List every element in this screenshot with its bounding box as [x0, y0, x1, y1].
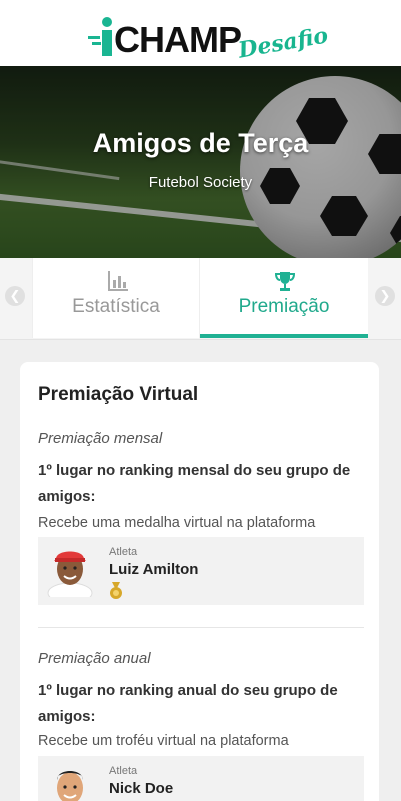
- hero-overlay: [0, 66, 401, 258]
- brand-tagline: Desafio: [236, 22, 330, 64]
- champ-logo[interactable]: CHAMP Desafio: [88, 12, 330, 64]
- award-description: Recebe uma medalha virtual na plataforma: [38, 515, 316, 531]
- tab-bar: ❮ Estatística Premiação ❯: [0, 258, 401, 340]
- tab-label: Premiação: [238, 296, 330, 317]
- athlete-card[interactable]: Atleta Luiz Amilton: [38, 537, 364, 605]
- award-description: Recebe um troféu virtual na plataforma: [38, 733, 289, 749]
- section-divider: [38, 627, 364, 628]
- premiacao-card: Premiação Virtual Premiação mensal 1º lu…: [20, 362, 379, 801]
- tab-estatistica[interactable]: Estatística: [32, 258, 200, 338]
- bar-chart-icon: [108, 271, 128, 291]
- athlete-card[interactable]: Atleta Nick Doe: [38, 756, 364, 801]
- avatar: [57, 771, 83, 801]
- athlete-label: Atleta: [109, 546, 138, 558]
- group-hero-banner: Amigos de Terça Futebol Society: [0, 66, 401, 258]
- athlete-label: Atleta: [109, 765, 138, 777]
- app-header: CHAMP Desafio: [0, 0, 401, 66]
- group-subtitle: Futebol Society: [148, 174, 253, 191]
- tab-label: Estatística: [72, 296, 160, 317]
- tab-premiacao[interactable]: Premiação: [200, 258, 368, 338]
- group-title: Amigos de Terça: [92, 128, 309, 158]
- section-heading: Premiação anual: [38, 650, 151, 667]
- brand-name: CHAMP: [114, 19, 242, 60]
- medal-icon: [110, 582, 122, 599]
- card-title: Premiação Virtual: [38, 384, 199, 405]
- rank-description: 1º lugar no ranking mensal do seu grupo …: [38, 462, 351, 505]
- avatar: [47, 551, 93, 597]
- section-heading: Premiação mensal: [38, 430, 163, 447]
- athlete-name: Luiz Amilton: [109, 561, 199, 578]
- rank-description: 1º lugar no ranking anual do seu grupo d…: [38, 682, 338, 725]
- chevron-left-icon[interactable]: ❮: [5, 286, 25, 306]
- athlete-name: Nick Doe: [109, 780, 174, 797]
- chevron-right-icon[interactable]: ❯: [375, 286, 395, 306]
- trophy-icon: [274, 272, 296, 291]
